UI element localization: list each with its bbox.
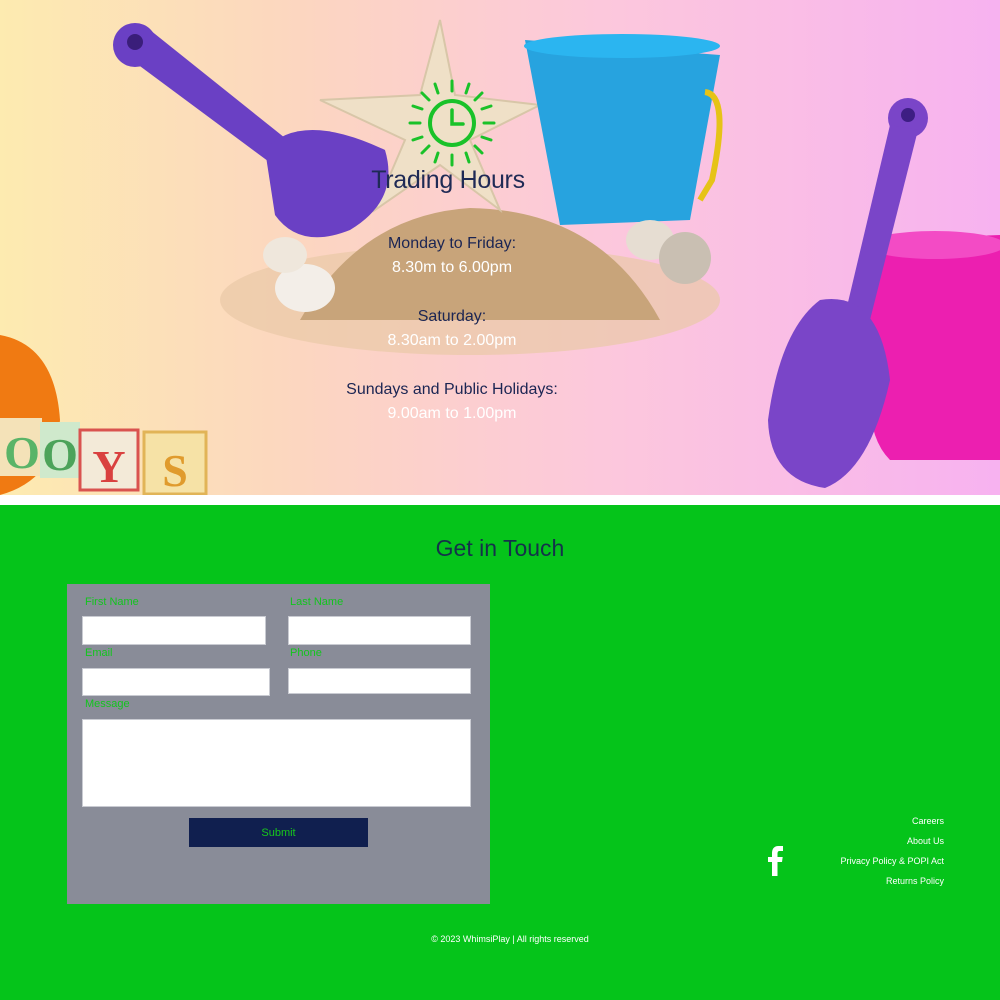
hours-saturday: Saturday: 8.30am to 2.00pm: [302, 305, 602, 353]
email-label: Email: [85, 647, 113, 659]
contact-title: Get in Touch: [435, 535, 565, 561]
first-name-label: First Name: [85, 596, 139, 608]
hours-time-value: 8.30am to 2.00pm: [387, 332, 517, 349]
trading-hours-title: Trading Hours: [371, 166, 525, 194]
footer-link-about[interactable]: About Us: [840, 831, 944, 851]
footer-link-returns[interactable]: Returns Policy: [840, 871, 944, 891]
svg-text:Y: Y: [92, 441, 125, 492]
first-name-field[interactable]: [82, 616, 266, 645]
section-divider: [0, 495, 1000, 505]
contact-form: First Name Last Name Email Phone Message…: [67, 584, 490, 904]
copyright-text: © 2023 WhimsiPlay | All rights reserved: [431, 934, 589, 944]
hours-time-value: 9.00am to 1.00pm: [387, 405, 517, 422]
phone-field[interactable]: [288, 668, 471, 694]
svg-text:O: O: [42, 429, 78, 480]
hours-time-value: 8.30m to 6.00pm: [391, 259, 513, 276]
hours-day-label: Saturday:: [417, 308, 487, 325]
footer-link-careers[interactable]: Careers: [840, 811, 944, 831]
hours-day-label: Sundays and Public Holidays:: [346, 381, 558, 398]
phone-label: Phone: [290, 647, 322, 659]
hours-weekdays: Monday to Friday: 8.30m to 6.00pm: [302, 232, 602, 280]
last-name-field[interactable]: [288, 616, 471, 645]
hours-sundays: Sundays and Public Holidays: 9.00am to 1…: [302, 378, 602, 426]
message-field[interactable]: [82, 719, 471, 807]
footer-links: Careers About Us Privacy Policy & POPI A…: [840, 811, 944, 891]
email-field[interactable]: [82, 668, 270, 696]
trading-hours-section: O O Y S Trading Hours Monday to Friday: …: [0, 0, 1000, 495]
clock-icon: [408, 79, 496, 167]
submit-button[interactable]: Submit: [189, 818, 368, 847]
last-name-label: Last Name: [290, 596, 344, 608]
hours-day-label: Monday to Friday:: [387, 235, 517, 252]
contact-section: Get in Touch First Name Last Name Email …: [0, 505, 1000, 1000]
svg-text:S: S: [162, 445, 188, 495]
message-label: Message: [85, 698, 130, 710]
svg-text:O: O: [4, 427, 40, 478]
footer-link-privacy[interactable]: Privacy Policy & POPI Act: [840, 851, 944, 871]
facebook-icon[interactable]: [764, 845, 788, 877]
